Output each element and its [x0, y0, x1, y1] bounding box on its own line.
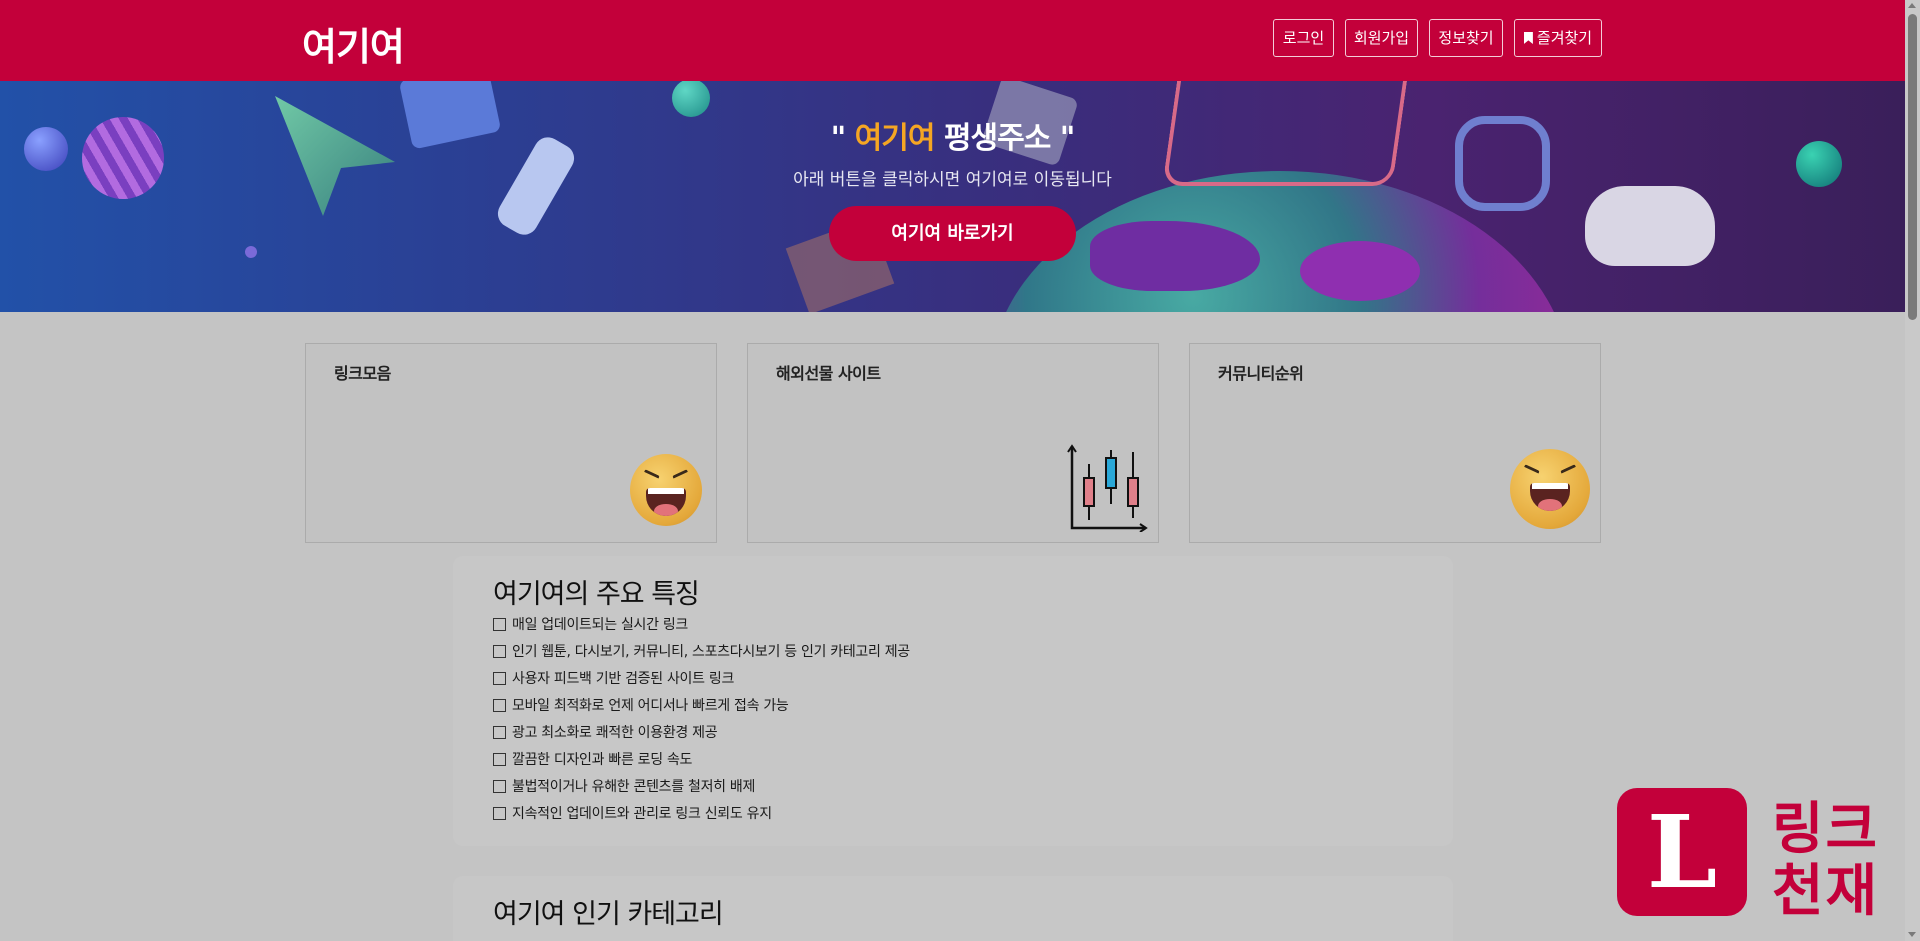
checkbox-icon [493, 753, 506, 766]
categories-title: 여기여 인기 카테고리 [493, 899, 724, 930]
go-to-site-button[interactable]: 여기여 바로가기 [829, 206, 1076, 261]
watermark-logo: L [1617, 788, 1747, 916]
scroll-down-icon[interactable] [1908, 932, 1916, 937]
card-community-ranking[interactable]: 커뮤니티순위 [1189, 343, 1601, 543]
watermark-text-line2: 천재 [1772, 859, 1880, 924]
feature-item: 지속적인 업데이트와 관리로 링크 신뢰도 유지 [493, 803, 772, 823]
feature-item: 깔끔한 디자인과 빠른 로딩 속도 [493, 749, 692, 769]
bookmark-label: 즐겨찾기 [1536, 29, 1593, 47]
checkbox-icon [493, 726, 506, 739]
card-overseas-futures[interactable]: 해외선물 사이트 [747, 343, 1159, 543]
categories-panel: 여기여 인기 카테고리 [453, 876, 1453, 941]
login-button[interactable]: 로그인 [1273, 19, 1334, 57]
card-title: 커뮤니티순위 [1218, 364, 1304, 383]
hero-title-highlight: 여기여 [854, 121, 936, 156]
gamepad-decoration [1585, 186, 1715, 266]
sphere-decoration [672, 81, 710, 117]
checkbox-icon [493, 645, 506, 658]
card-title: 링크모음 [334, 364, 391, 383]
bookmark-button[interactable]: 즐겨찾기 [1514, 19, 1602, 57]
features-panel: 여기여의 주요 특징 매일 업데이트되는 실시간 링크 인기 웹툰, 다시보기,… [453, 556, 1453, 846]
feature-item: 광고 최소화로 쾌적한 이용환경 제공 [493, 722, 718, 742]
feature-item: 사용자 피드백 기반 검증된 사이트 링크 [493, 668, 734, 688]
signup-button[interactable]: 회원가입 [1345, 19, 1418, 57]
hero-banner: " 여기여 평생주소 " 아래 버튼을 클릭하시면 여기여로 이동됩니다 여기여… [0, 81, 1905, 312]
card-link-collection[interactable]: 링크모음 [305, 343, 717, 543]
feature-item: 매일 업데이트되는 실시간 링크 [493, 614, 688, 634]
site-logo[interactable]: 여기여 [302, 16, 405, 71]
feature-item: 불법적이거나 유해한 콘텐츠를 철저히 배제 [493, 776, 755, 796]
small-sphere-decoration [245, 246, 257, 258]
hero-title: " 여기여 평생주소 " [830, 121, 1076, 156]
bookmark-icon [1523, 32, 1533, 44]
feature-item: 인기 웹툰, 다시보기, 커뮤니티, 스포츠다시보기 등 인기 카테고리 제공 [493, 641, 910, 661]
checkbox-icon [493, 618, 506, 631]
checkbox-icon [493, 699, 506, 712]
hero-subtitle: 아래 버튼을 클릭하시면 여기여로 이동됩니다 [793, 170, 1112, 190]
card-title: 해외선물 사이트 [776, 364, 881, 383]
scrollbar-thumb[interactable] [1908, 14, 1917, 320]
find-info-button[interactable]: 정보찾기 [1429, 19, 1503, 57]
scroll-up-icon[interactable] [1908, 3, 1916, 8]
hero-title-rest: 평생주소 [943, 121, 1051, 156]
checkbox-icon [493, 672, 506, 685]
checkbox-icon [493, 780, 506, 793]
checkbox-icon [493, 807, 506, 820]
site-header: 여기여 로그인 회원가입 정보찾기 즐겨찾기 [0, 0, 1905, 81]
laughing-emoji-icon [1510, 449, 1590, 529]
candlestick-chart-icon [1067, 444, 1148, 532]
laughing-emoji-icon [630, 454, 702, 526]
feature-item: 모바일 최적화로 언제 어디서나 빠르게 접속 가능 [493, 695, 789, 715]
features-title: 여기여의 주요 특징 [493, 579, 700, 610]
globe-land [1300, 241, 1420, 301]
